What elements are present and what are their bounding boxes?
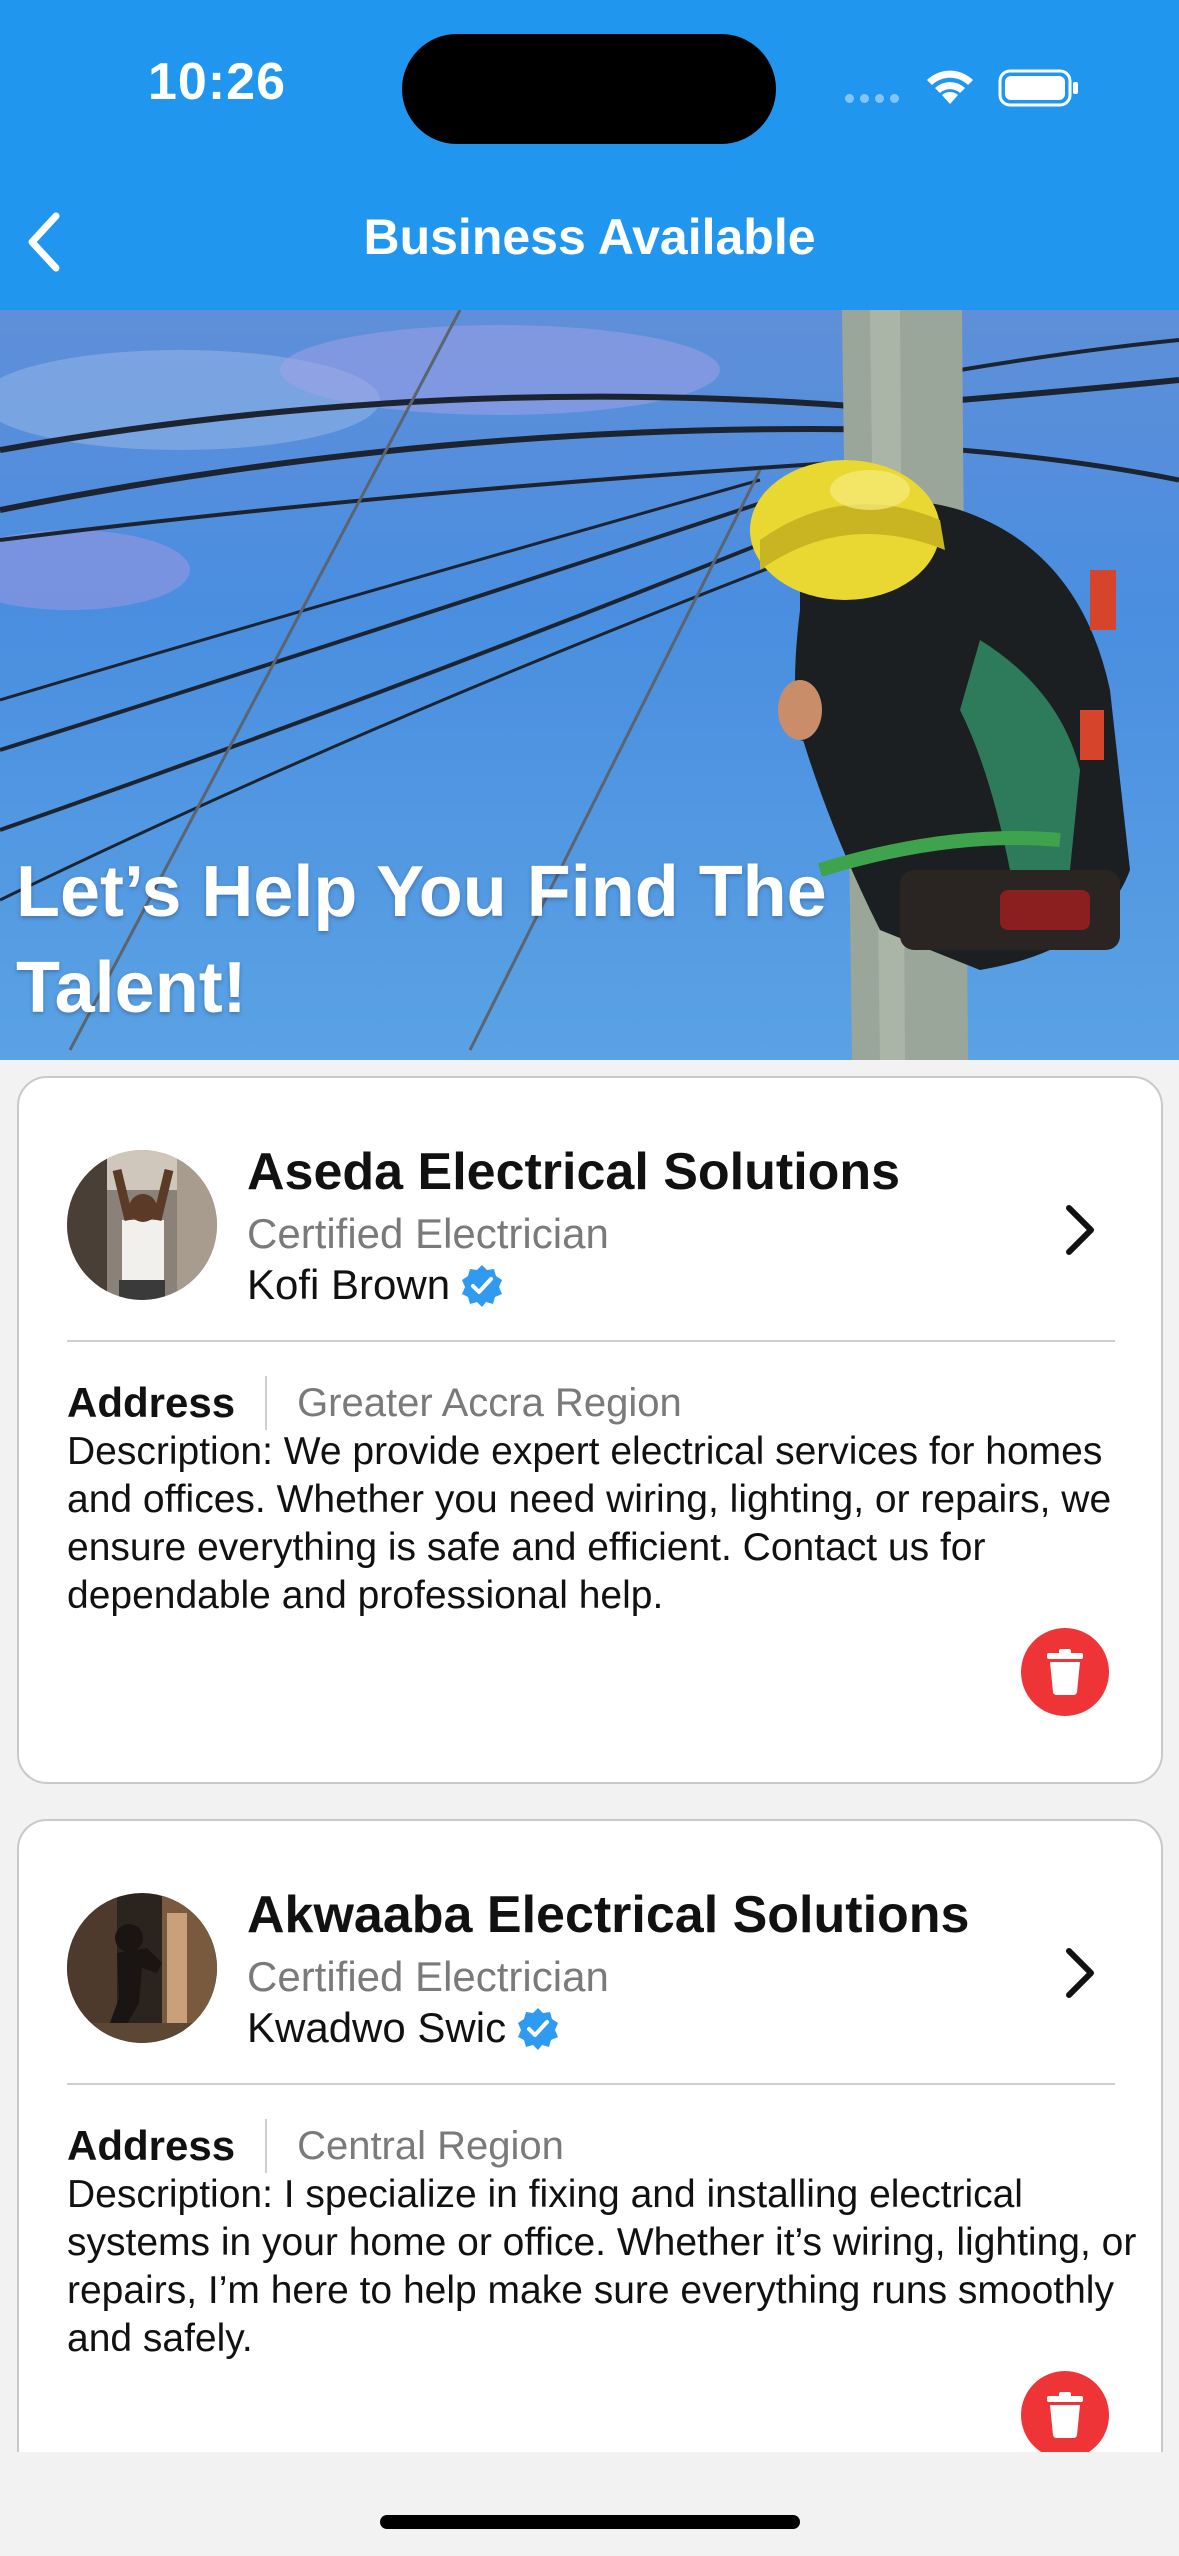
owner-name: Kofi Brown xyxy=(247,1261,451,1308)
verified-badge-icon xyxy=(518,2008,559,2050)
home-indicator-area xyxy=(0,2452,1179,2556)
business-role: Certified Electrician xyxy=(247,1953,609,2000)
avatar xyxy=(67,1150,217,1300)
business-name: Aseda Electrical Solutions xyxy=(247,1143,901,1201)
chevron-right-icon[interactable] xyxy=(1057,1945,1101,2001)
hero-title: Let’s Help You Find The Talent! xyxy=(16,852,827,1028)
delete-button[interactable] xyxy=(1021,1628,1109,1716)
dynamic-island xyxy=(402,34,776,144)
verified-badge-icon xyxy=(462,1265,503,1307)
address-row: Address Central Region xyxy=(67,2119,564,2173)
address-value: Central Region xyxy=(297,2123,564,2168)
chevron-right-icon[interactable] xyxy=(1057,1202,1101,1258)
address-separator xyxy=(265,1376,268,1430)
address-row: Address Greater Accra Region xyxy=(67,1376,682,1430)
avatar xyxy=(67,1893,217,2043)
battery-icon xyxy=(998,69,1078,107)
business-description: Description: We provide expert electrica… xyxy=(67,1430,1112,1617)
cellular-signal-icon xyxy=(845,94,899,103)
business-description: Description: I specialize in fixing and … xyxy=(67,2173,1137,2360)
business-name: Akwaaba Electrical Solutions xyxy=(247,1886,970,1944)
owner-row: Kwadwo Swic xyxy=(247,2004,560,2052)
business-card[interactable]: Akwaaba Electrical Solutions Certified E… xyxy=(17,1819,1163,2519)
owner-row: Kofi Brown xyxy=(247,1261,504,1309)
trash-icon xyxy=(1047,1649,1083,1695)
address-label: Address xyxy=(67,2122,236,2169)
address-value: Greater Accra Region xyxy=(297,1380,682,1425)
status-time: 10:26 xyxy=(148,53,286,111)
divider xyxy=(67,2083,1115,2085)
business-role: Certified Electrician xyxy=(247,1210,609,1257)
app-header: 10:26 Business Available xyxy=(0,0,1179,310)
page-title: Business Available xyxy=(363,209,816,265)
wifi-icon xyxy=(927,70,973,104)
trash-icon xyxy=(1047,2392,1083,2438)
business-card[interactable]: Aseda Electrical Solutions Certified Ele… xyxy=(17,1076,1163,1784)
address-label: Address xyxy=(67,1379,236,1426)
address-separator xyxy=(265,2119,268,2173)
owner-name: Kwadwo Swic xyxy=(247,2004,507,2051)
home-indicator[interactable] xyxy=(380,2515,800,2529)
divider xyxy=(67,1340,1115,1342)
hero-banner: Let’s Help You Find The Talent! xyxy=(0,310,1179,1060)
delete-button[interactable] xyxy=(1021,2371,1109,2459)
